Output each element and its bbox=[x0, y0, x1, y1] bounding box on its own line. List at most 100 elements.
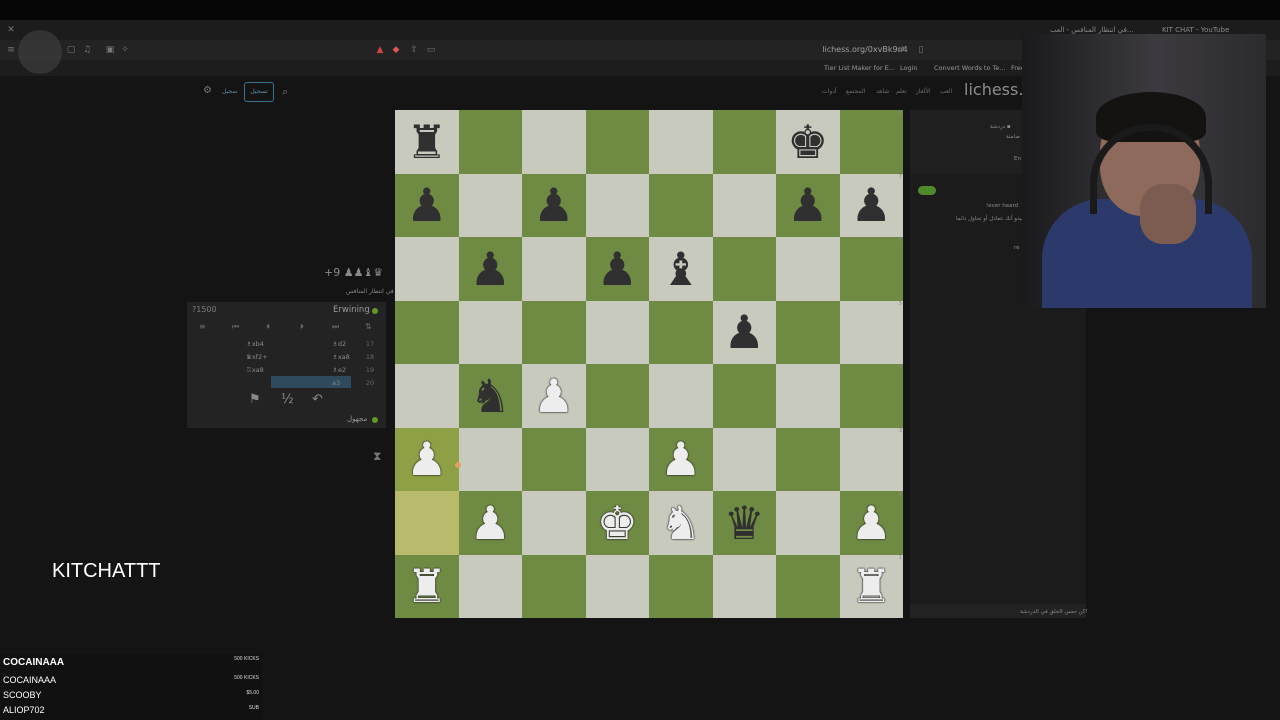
black-king-piece[interactable]: ♚ bbox=[787, 119, 828, 165]
board-square[interactable]: ♟ bbox=[776, 173, 840, 237]
board-square[interactable]: 4 bbox=[839, 364, 903, 428]
black-pawn-piece[interactable]: ♟ bbox=[724, 309, 765, 355]
white-pawn-piece[interactable]: ♟ bbox=[470, 500, 511, 546]
board-square[interactable] bbox=[776, 364, 840, 428]
board-square[interactable] bbox=[776, 554, 840, 618]
board-square[interactable] bbox=[522, 491, 586, 555]
board-square[interactable] bbox=[395, 364, 459, 428]
board-square[interactable] bbox=[585, 554, 649, 618]
board-square[interactable] bbox=[649, 173, 713, 237]
white-pawn-piece[interactable]: ♟ bbox=[533, 373, 574, 419]
board-square[interactable] bbox=[585, 427, 649, 491]
reader-icon[interactable]: ▭ bbox=[424, 43, 438, 57]
board-square[interactable]: ♝ bbox=[649, 237, 713, 301]
signin-button[interactable]: تسجيل bbox=[244, 82, 274, 102]
chess-board[interactable]: ♜ ♚ 8 ♟ ♟ ♟ 7 ♟ ♟ ♟ ♝ 6 ♟ 5 ♞ ♟ 4 ♟ ♟ 3 ♟ ♚ ♞ ♛ 2 ♟ ♜ 1 ♜ bbox=[395, 110, 903, 618]
gear-icon[interactable]: ⚙ bbox=[203, 85, 212, 96]
white-knight-piece[interactable]: ♞ bbox=[660, 500, 701, 546]
board-square[interactable]: 6 bbox=[839, 237, 903, 301]
board-square[interactable]: ♟ bbox=[712, 300, 776, 364]
nav-learn[interactable]: تعلم bbox=[896, 88, 907, 95]
board-square[interactable]: ♚ bbox=[776, 110, 840, 174]
board-square[interactable]: ♞ bbox=[649, 491, 713, 555]
chat-toggle[interactable] bbox=[918, 186, 936, 195]
board-square[interactable]: 3 bbox=[839, 427, 903, 491]
signup-link[interactable]: سجيل bbox=[222, 88, 237, 95]
board-square[interactable] bbox=[522, 427, 586, 491]
next-move-icon[interactable]: ⏵ bbox=[300, 322, 304, 332]
board-square[interactable]: 5 bbox=[839, 300, 903, 364]
flip-board-icon[interactable]: ⇅ bbox=[365, 322, 372, 331]
prev-move-icon[interactable]: ⏴ bbox=[266, 322, 270, 332]
bookmark-item[interactable]: Login bbox=[900, 62, 918, 74]
board-square[interactable] bbox=[712, 554, 776, 618]
black-pawn-piece[interactable]: ♟ bbox=[533, 182, 574, 228]
board-square[interactable] bbox=[712, 237, 776, 301]
bookmark-icon[interactable]: ▯ bbox=[914, 43, 928, 57]
white-king-piece[interactable]: ♚ bbox=[597, 500, 638, 546]
opponent-name[interactable]: Erwining bbox=[333, 305, 370, 315]
board-square[interactable]: ♛ bbox=[712, 491, 776, 555]
board-square[interactable] bbox=[649, 110, 713, 174]
chat-tab[interactable]: دردشة ▪ bbox=[990, 124, 1011, 130]
board-square[interactable]: 1 ♜ bbox=[839, 554, 903, 618]
board-square[interactable] bbox=[776, 237, 840, 301]
black-move[interactable]: ♖xa8 bbox=[246, 366, 264, 374]
board-square[interactable] bbox=[458, 300, 522, 364]
board-square[interactable] bbox=[585, 173, 649, 237]
board-square[interactable] bbox=[585, 364, 649, 428]
last-move-icon[interactable]: ⏭ bbox=[332, 322, 339, 332]
close-icon[interactable]: ✕ bbox=[4, 23, 18, 37]
draw-offer-button[interactable]: ½ bbox=[281, 392, 294, 407]
black-move[interactable]: ♛xf2+ bbox=[246, 353, 268, 361]
board-square[interactable] bbox=[649, 364, 713, 428]
board-square[interactable] bbox=[522, 554, 586, 618]
black-pawn-piece[interactable]: ♟ bbox=[597, 246, 638, 292]
sidebar-icon[interactable]: ▢ bbox=[64, 43, 78, 57]
board-square[interactable] bbox=[458, 554, 522, 618]
board-square[interactable] bbox=[522, 110, 586, 174]
nav-puzzles[interactable]: الألغاز bbox=[916, 88, 931, 95]
board-square[interactable] bbox=[395, 300, 459, 364]
menu-icon[interactable]: ≡ bbox=[4, 43, 18, 57]
board-square[interactable] bbox=[458, 173, 522, 237]
extension-icon[interactable]: ✧ bbox=[118, 43, 132, 57]
board-square[interactable] bbox=[712, 364, 776, 428]
white-move[interactable]: ♗xa8 bbox=[332, 353, 350, 361]
board-square[interactable]: ♟ bbox=[395, 173, 459, 237]
bookmark-item[interactable]: Tier List Maker for E... bbox=[824, 62, 895, 74]
black-bishop-piece[interactable]: ♝ bbox=[660, 246, 701, 292]
board-square[interactable] bbox=[458, 110, 522, 174]
board-square[interactable]: 7 ♟ bbox=[839, 173, 903, 237]
nav-community[interactable]: المجتمع bbox=[846, 88, 865, 95]
board-square[interactable] bbox=[522, 237, 586, 301]
board-square[interactable]: ♞ bbox=[458, 364, 522, 428]
board-square[interactable] bbox=[776, 427, 840, 491]
board-square[interactable]: ♟ bbox=[458, 491, 522, 555]
board-square[interactable]: ♟ bbox=[458, 237, 522, 301]
white-pawn-piece[interactable]: ♟ bbox=[851, 500, 892, 546]
search-icon[interactable]: ⌕ bbox=[282, 85, 288, 99]
board-square[interactable]: ♟ bbox=[585, 237, 649, 301]
white-pawn-piece[interactable]: ♟ bbox=[406, 436, 447, 482]
white-rook-piece[interactable]: ♜ bbox=[406, 563, 447, 609]
menu-icon[interactable]: ≡ bbox=[199, 322, 206, 331]
share-page-icon[interactable]: ⇄ bbox=[894, 43, 908, 57]
board-square[interactable] bbox=[649, 300, 713, 364]
board-square[interactable] bbox=[776, 491, 840, 555]
brave-icon[interactable]: ◆ bbox=[389, 43, 403, 57]
nav-play[interactable]: العب bbox=[940, 88, 952, 95]
board-square[interactable]: ♟ bbox=[395, 427, 459, 491]
board-square[interactable]: ♟ bbox=[522, 173, 586, 237]
board-square[interactable]: 2 ♟ bbox=[839, 491, 903, 555]
screenshot-icon[interactable]: ▣ bbox=[103, 43, 117, 57]
board-square[interactable] bbox=[649, 554, 713, 618]
white-rook-piece[interactable]: ♜ bbox=[851, 563, 892, 609]
black-pawn-piece[interactable]: ♟ bbox=[787, 182, 828, 228]
board-square[interactable]: ♚ bbox=[585, 491, 649, 555]
board-square[interactable] bbox=[712, 427, 776, 491]
board-square[interactable] bbox=[395, 491, 459, 555]
takeback-icon[interactable]: ↶ bbox=[312, 392, 323, 407]
player-name[interactable]: مجهول bbox=[347, 415, 367, 423]
first-move-icon[interactable]: ⏮ bbox=[232, 322, 239, 332]
